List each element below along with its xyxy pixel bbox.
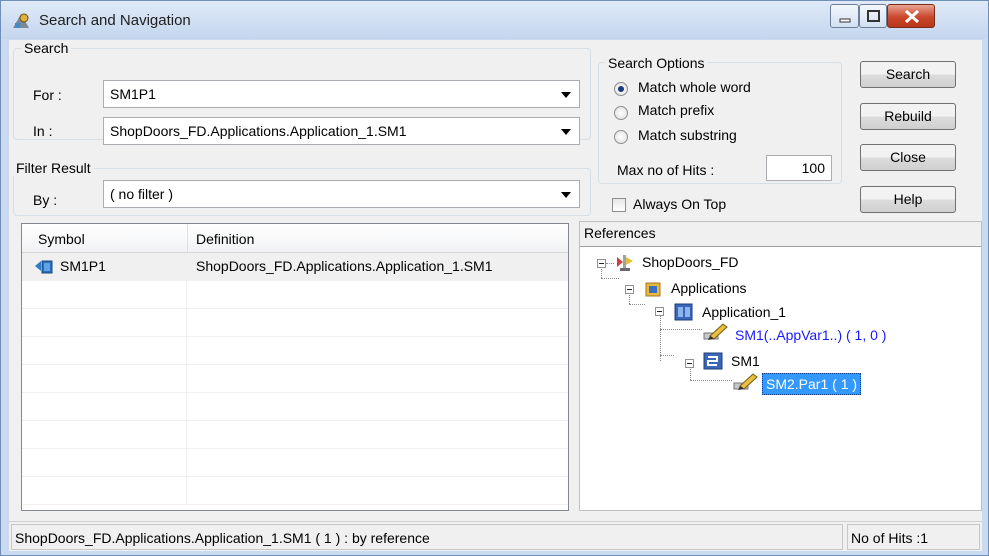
- row-symbol: SM1P1: [60, 258, 106, 274]
- match-substring-label[interactable]: Match substring: [638, 127, 737, 143]
- filter-by-combobox[interactable]: ( no filter ): [103, 180, 580, 208]
- status-bar: ShopDoors_FD.Applications.Application_1.…: [9, 521, 982, 552]
- table-row-empty: [22, 477, 568, 505]
- max-hits-input[interactable]: 100: [766, 155, 832, 181]
- state-machine-icon: [703, 352, 723, 370]
- max-hits-label: Max no of Hits :: [617, 162, 715, 178]
- status-text: ShopDoors_FD.Applications.Application_1.…: [15, 530, 430, 546]
- search-button[interactable]: Search: [860, 61, 956, 88]
- window-title: Search and Navigation: [39, 12, 191, 29]
- table-row-empty: [22, 421, 568, 449]
- collapse-toggle[interactable]: [655, 307, 664, 316]
- symbol-icon: [35, 260, 53, 274]
- tree-node-sm1[interactable]: SM1: [731, 353, 760, 369]
- table-row[interactable]: SM1P1 ShopDoors_FD.Applications.Applicat…: [22, 253, 568, 281]
- applications-folder-icon: [645, 282, 661, 297]
- references-panel: References ShopDoors_FD Applications App…: [579, 221, 982, 511]
- dropdown-arrow-icon[interactable]: [561, 129, 571, 135]
- match-prefix-label[interactable]: Match prefix: [638, 102, 714, 118]
- table-row-empty: [22, 393, 568, 421]
- match-prefix-radio[interactable]: [614, 106, 628, 120]
- tree-node-applications[interactable]: Applications: [671, 280, 747, 296]
- dropdown-arrow-icon[interactable]: [561, 192, 571, 198]
- references-tree[interactable]: ShopDoors_FD Applications Application_1: [580, 246, 981, 510]
- close-button[interactable]: Close: [860, 144, 956, 171]
- results-list[interactable]: Symbol Definition SM1P1 ShopDoors_FD.App…: [21, 223, 569, 511]
- search-for-combobox[interactable]: SM1P1: [103, 80, 580, 108]
- always-on-top-checkbox[interactable]: [612, 198, 626, 212]
- row-definition: ShopDoors_FD.Applications.Application_1.…: [196, 258, 493, 274]
- column-header-symbol[interactable]: Symbol: [38, 231, 85, 247]
- tree-node-sm2-ref-selected[interactable]: SM2.Par1 ( 1 ): [762, 373, 862, 395]
- max-hits-value: 100: [801, 160, 825, 176]
- reference-pen-icon: [733, 373, 758, 390]
- search-navigation-app-icon: [13, 13, 29, 28]
- by-label: By :: [33, 192, 58, 208]
- dialog-body: Search For : SM1P1 In : ShopDoors_FD.App…: [9, 40, 982, 551]
- match-substring-radio[interactable]: [614, 130, 628, 144]
- search-group-label: Search: [21, 40, 72, 56]
- application-icon: [674, 303, 693, 321]
- minimize-button[interactable]: [830, 4, 859, 28]
- in-label: In :: [33, 123, 53, 139]
- match-whole-word-radio[interactable]: [614, 82, 628, 96]
- tree-node-sm1-ref[interactable]: SM1(..AppVar1..) ( 1, 0 ): [735, 327, 886, 343]
- collapse-toggle[interactable]: [597, 259, 606, 268]
- filter-by-value: ( no filter ): [110, 186, 174, 202]
- search-in-combobox[interactable]: ShopDoors_FD.Applications.Application_1.…: [103, 117, 580, 145]
- tree-node-root[interactable]: ShopDoors_FD: [642, 254, 739, 270]
- close-icon: [904, 9, 920, 24]
- hit-count-text: No of Hits :1: [851, 530, 929, 546]
- status-left-panel: ShopDoors_FD.Applications.Application_1.…: [11, 524, 843, 550]
- table-row-empty: [22, 281, 568, 309]
- search-options-label: Search Options: [605, 55, 708, 71]
- reference-pen-icon: [703, 323, 728, 340]
- table-row-empty: [22, 365, 568, 393]
- table-row-empty: [22, 309, 568, 337]
- table-row-empty: [22, 449, 568, 477]
- maximize-icon: [867, 10, 880, 22]
- column-header-definition[interactable]: Definition: [196, 231, 254, 247]
- search-for-value: SM1P1: [110, 86, 156, 102]
- results-header: Symbol Definition: [22, 224, 568, 253]
- rebuild-button[interactable]: Rebuild: [860, 103, 956, 130]
- maximize-button[interactable]: [859, 4, 887, 28]
- collapse-toggle[interactable]: [625, 285, 634, 294]
- filter-group-label: Filter Result: [13, 160, 94, 176]
- search-in-value: ShopDoors_FD.Applications.Application_1.…: [110, 123, 407, 139]
- project-icon: [617, 255, 633, 271]
- tree-node-application-1[interactable]: Application_1: [702, 304, 786, 320]
- collapse-toggle[interactable]: [685, 359, 694, 368]
- dropdown-arrow-icon[interactable]: [561, 92, 571, 98]
- window-frame: Search and Navigation Search For : SM1P1…: [0, 0, 989, 556]
- help-button[interactable]: Help: [860, 186, 956, 213]
- status-right-panel: No of Hits :1: [847, 524, 980, 550]
- minimize-icon: [839, 18, 851, 23]
- column-separator[interactable]: [187, 224, 188, 252]
- table-row-empty: [22, 337, 568, 365]
- references-label: References: [584, 225, 656, 241]
- always-on-top-label[interactable]: Always On Top: [633, 196, 726, 212]
- close-window-button[interactable]: [887, 4, 935, 28]
- match-whole-word-label[interactable]: Match whole word: [638, 79, 751, 95]
- title-bar[interactable]: Search and Navigation: [1, 1, 988, 39]
- for-label: For :: [33, 87, 62, 103]
